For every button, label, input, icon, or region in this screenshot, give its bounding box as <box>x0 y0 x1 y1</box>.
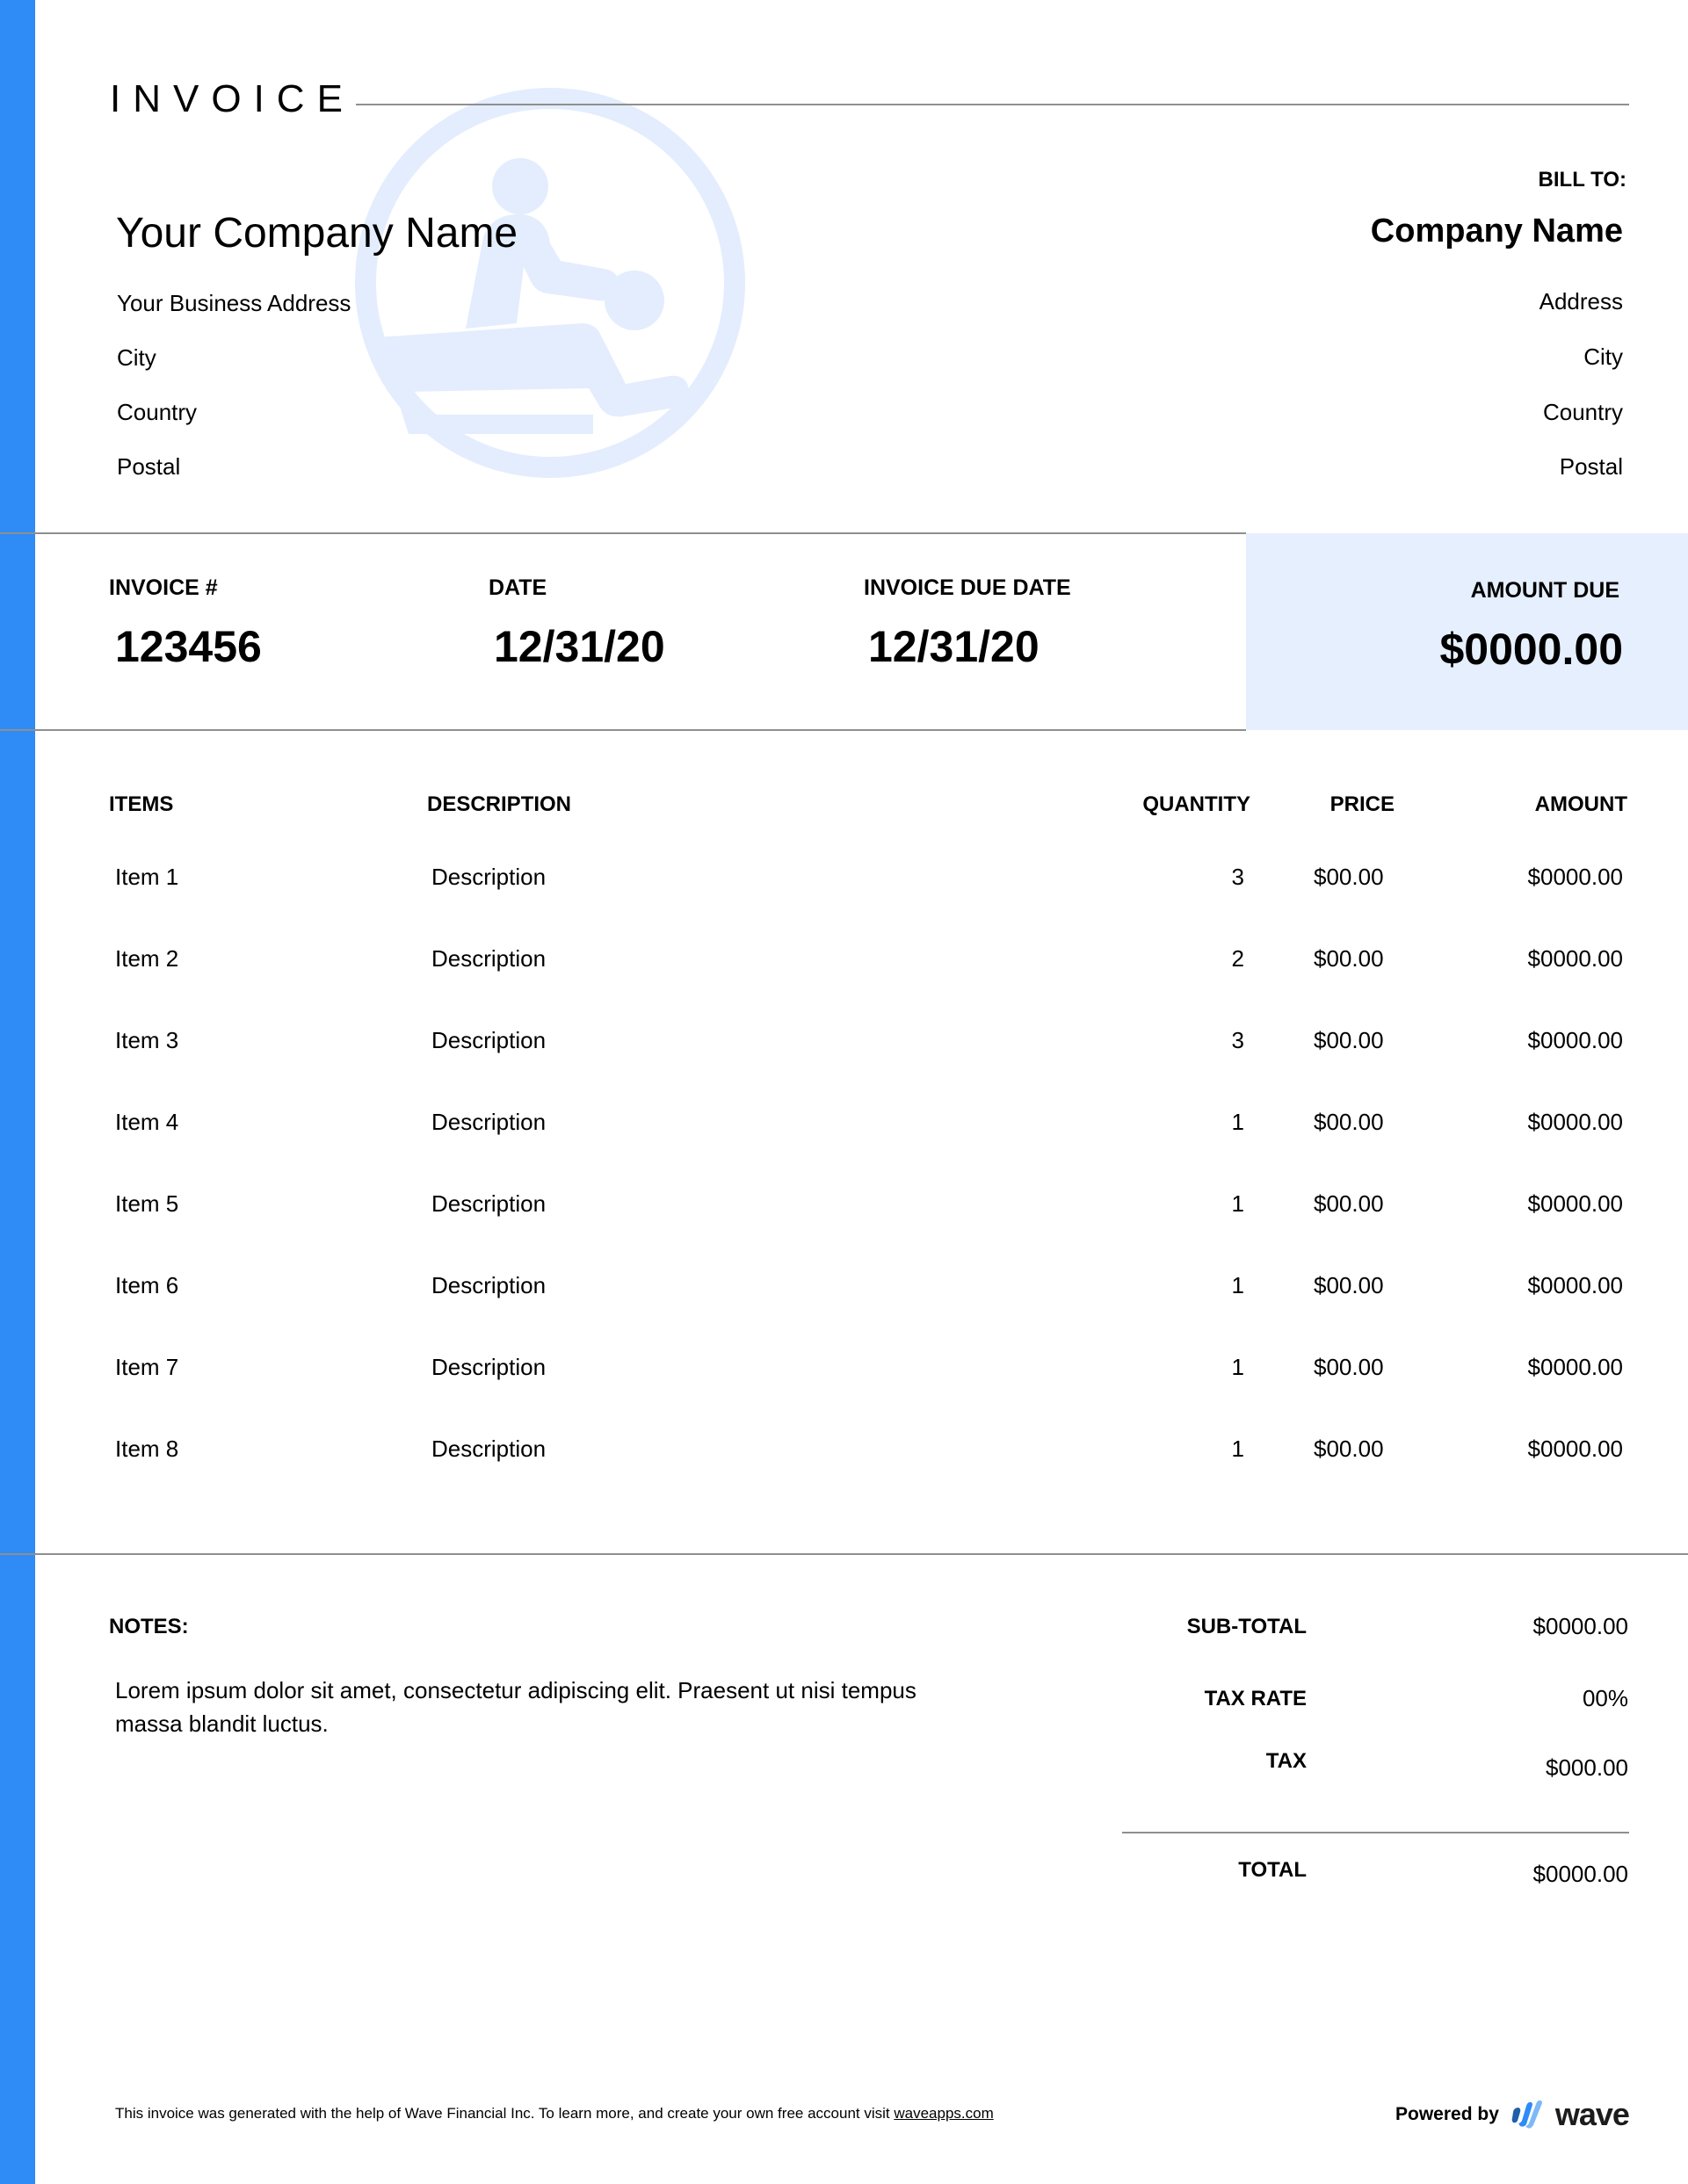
meta-top-divider <box>0 532 1246 534</box>
item-description: Description <box>431 864 547 890</box>
date-label: DATE <box>489 575 547 600</box>
powered-by-wave: Powered by wave <box>1395 2096 1630 2133</box>
item-amount: $0000.00 <box>1527 1190 1623 1217</box>
item-amount: $0000.00 <box>1527 1354 1623 1380</box>
title-divider <box>356 104 1629 105</box>
bill-to-label: BILL TO: <box>1538 168 1626 192</box>
subtotal-value: $0000.00 <box>1532 1613 1628 1639</box>
recipient-company-name: Company Name <box>1370 213 1623 249</box>
tax-rate-value: 00% <box>1582 1685 1628 1711</box>
item-price: $00.00 <box>1314 1190 1384 1217</box>
item-price: $00.00 <box>1314 1027 1384 1053</box>
sender-postal: Postal <box>117 453 181 480</box>
massage-icon <box>355 88 745 478</box>
item-description: Description <box>431 1109 547 1135</box>
watermark-therapist-head <box>492 158 548 214</box>
item-description: Description <box>431 1272 547 1298</box>
item-quantity: 1 <box>1231 1190 1244 1217</box>
amount-due-value: $0000.00 <box>1439 625 1623 674</box>
item-name: Item 6 <box>115 1272 179 1298</box>
notes-label: NOTES: <box>109 1615 189 1638</box>
sender-city: City <box>117 344 156 371</box>
item-quantity: 1 <box>1231 1436 1244 1462</box>
waveapps-link[interactable]: waveapps.com <box>894 2105 993 2122</box>
item-price: $00.00 <box>1314 945 1384 972</box>
footer-text: This invoice was generated with the help… <box>115 2105 895 2122</box>
column-header-price: PRICE <box>1329 792 1395 816</box>
item-quantity: 3 <box>1231 1027 1244 1053</box>
due-date-label: INVOICE DUE DATE <box>864 575 1071 600</box>
column-header-description: DESCRIPTION <box>427 792 572 816</box>
watermark-table <box>378 323 690 434</box>
column-header-amount: AMOUNT <box>1534 792 1627 816</box>
sender-company-name: Your Company Name <box>116 210 518 257</box>
notes-body: Lorem ipsum dolor sit amet, consectetur … <box>115 1677 916 1737</box>
sender-country: Country <box>117 399 198 425</box>
item-price: $00.00 <box>1314 864 1384 890</box>
tax-value: $000.00 <box>1546 1754 1628 1781</box>
column-header-items: ITEMS <box>109 792 174 816</box>
amount-due-label: AMOUNT DUE <box>1470 578 1619 603</box>
footer-disclaimer: This invoice was generated with the help… <box>115 2105 994 2123</box>
item-price: $00.00 <box>1314 1272 1384 1298</box>
item-quantity: 1 <box>1231 1354 1244 1380</box>
item-amount: $0000.00 <box>1527 1109 1623 1135</box>
invoice-date: 12/31/20 <box>494 622 665 671</box>
item-name: Item 5 <box>115 1190 179 1217</box>
items-bottom-divider <box>0 1553 1688 1555</box>
item-quantity: 3 <box>1231 864 1244 890</box>
total-value: $0000.00 <box>1532 1861 1628 1887</box>
meta-bottom-divider <box>0 729 1246 731</box>
item-description: Description <box>431 1190 547 1217</box>
item-name: Item 3 <box>115 1027 179 1053</box>
item-name: Item 2 <box>115 945 179 972</box>
invoice-title: INVOICE <box>110 77 355 120</box>
invoice-number-label: INVOICE # <box>109 575 218 600</box>
invoice-number: 123456 <box>115 622 262 671</box>
watermark-client-head <box>605 271 664 330</box>
recipient-city: City <box>1583 344 1623 370</box>
tax-label: TAX <box>1265 1749 1307 1773</box>
accent-sidebar <box>0 0 35 2184</box>
item-description: Description <box>431 1354 547 1380</box>
recipient-postal: Postal <box>1559 453 1623 480</box>
item-description: Description <box>431 1436 547 1462</box>
item-name: Item 1 <box>115 864 179 890</box>
recipient-address: Address <box>1539 288 1623 315</box>
item-amount: $0000.00 <box>1527 1027 1623 1053</box>
item-amount: $0000.00 <box>1527 945 1623 972</box>
item-quantity: 1 <box>1231 1272 1244 1298</box>
item-name: Item 7 <box>115 1354 179 1380</box>
item-price: $00.00 <box>1314 1354 1384 1380</box>
column-header-quantity: QUANTITY <box>1142 792 1250 816</box>
due-date: 12/31/20 <box>868 622 1040 671</box>
item-description: Description <box>431 1027 547 1053</box>
item-quantity: 1 <box>1231 1109 1244 1135</box>
item-amount: $0000.00 <box>1527 1272 1623 1298</box>
subtotal-label: SUB-TOTAL <box>1186 1615 1307 1638</box>
item-price: $00.00 <box>1314 1109 1384 1135</box>
wave-logo-icon <box>1511 2100 1542 2129</box>
totals-divider <box>1122 1832 1629 1833</box>
item-name: Item 4 <box>115 1109 179 1135</box>
recipient-country: Country <box>1542 399 1623 425</box>
wave-brand-wordmark: wave <box>1554 2096 1630 2132</box>
item-amount: $0000.00 <box>1527 864 1623 890</box>
item-name: Item 8 <box>115 1436 179 1462</box>
item-description: Description <box>431 945 547 972</box>
tax-rate-label: TAX RATE <box>1204 1687 1307 1710</box>
item-amount: $0000.00 <box>1527 1436 1623 1462</box>
total-label: TOTAL <box>1238 1858 1307 1882</box>
sender-address: Your Business Address <box>117 290 351 316</box>
item-quantity: 2 <box>1231 945 1244 972</box>
item-price: $00.00 <box>1314 1436 1384 1462</box>
powered-by-label: Powered by <box>1395 2104 1499 2124</box>
